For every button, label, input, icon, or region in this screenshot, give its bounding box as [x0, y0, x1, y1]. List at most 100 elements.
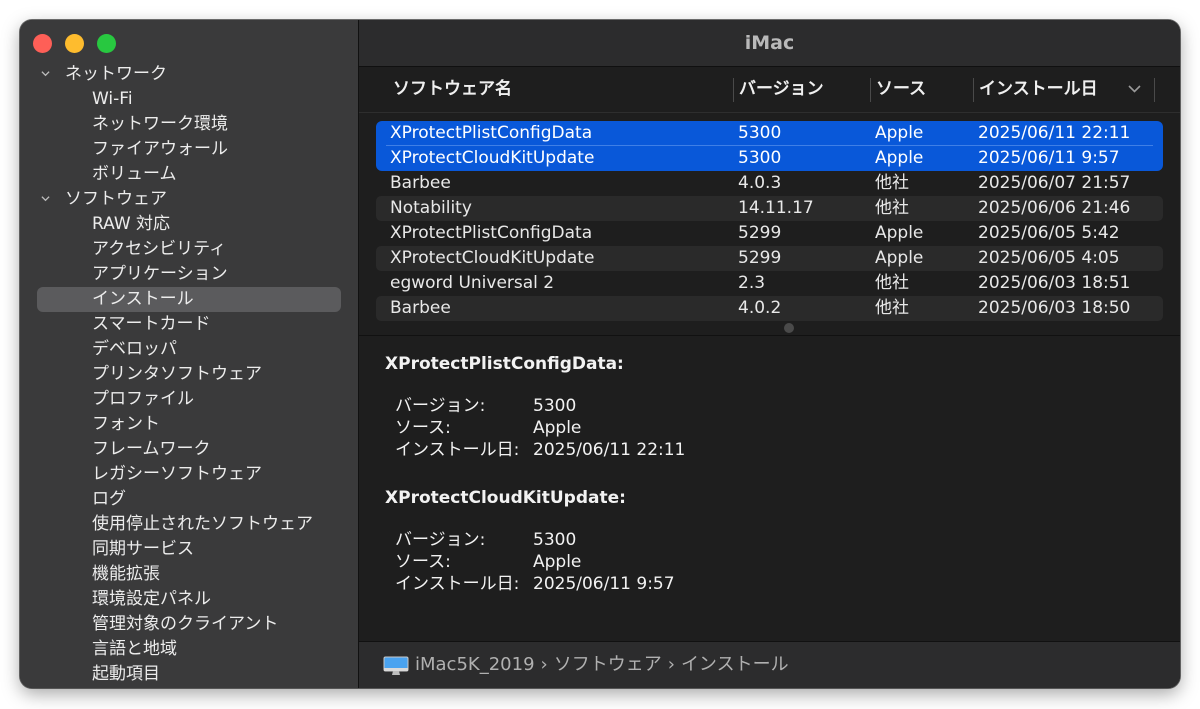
column-divider[interactable]	[973, 78, 974, 102]
sidebar-item[interactable]: 言語と地域	[20, 637, 358, 662]
cell-version: 4.0.3	[738, 173, 782, 193]
table-row[interactable]: egword Universal 2 2.3 他社 2025/06/03 18:…	[376, 271, 1163, 296]
cell-source: Apple	[875, 148, 924, 168]
sidebar-item-label: デベロッパ	[92, 339, 177, 359]
sidebar-item-label: フォント	[92, 414, 160, 434]
table-row[interactable]: XProtectPlistConfigData 5299 Apple 2025/…	[376, 221, 1163, 246]
sidebar-section-software[interactable]: ソフトウェア	[20, 187, 358, 212]
breadcrumb: iMac5K_2019 › ソフトウェア › インストール	[415, 642, 789, 688]
cell-version: 14.11.17	[738, 198, 814, 218]
close-button[interactable]	[33, 34, 52, 53]
sidebar-item-label: 言語と地域	[92, 639, 177, 659]
cell-name: Notability	[390, 198, 472, 218]
breadcrumb-item[interactable]: ソフトウェア	[554, 654, 662, 675]
cell-source: 他社	[875, 273, 909, 293]
imac-icon	[383, 656, 409, 675]
cell-version: 5300	[738, 123, 782, 143]
sidebar-item[interactable]: フレームワーク	[20, 437, 358, 462]
sidebar-item[interactable]: フォント	[20, 412, 358, 437]
table-row[interactable]: Barbee 4.0.3 他社 2025/06/07 21:57	[376, 171, 1163, 196]
sidebar-item-label: RAW 対応	[92, 214, 171, 234]
cell-name: XProtectCloudKitUpdate	[390, 148, 595, 168]
zoom-button[interactable]	[97, 34, 116, 53]
column-header-name[interactable]: ソフトウェア名	[393, 67, 512, 112]
cell-name: Barbee	[390, 173, 451, 193]
sidebar-item[interactable]: ファイアウォール	[20, 137, 358, 162]
table-row-selected[interactable]: XProtectPlistConfigData 5300 Apple 2025/…	[376, 121, 1163, 146]
detail-value: 2025/06/11 9:57	[533, 574, 675, 594]
cell-source: Apple	[875, 248, 924, 268]
sidebar-section-network[interactable]: ネットワーク	[20, 62, 358, 87]
sidebar-item[interactable]: 使用停止されたソフトウェア	[20, 512, 358, 537]
cell-install-date: 2025/06/03 18:50	[978, 298, 1131, 318]
column-header-install-date[interactable]: インストール日	[979, 67, 1098, 112]
sidebar-section-label: ネットワーク	[65, 64, 167, 84]
column-header-version[interactable]: バージョン	[739, 67, 824, 112]
sidebar-item[interactable]: デベロッパ	[20, 337, 358, 362]
sidebar-item[interactable]: ネットワーク環境	[20, 112, 358, 137]
sidebar-item[interactable]: 同期サービス	[20, 537, 358, 562]
table-rows: XProtectPlistConfigData 5300 Apple 2025/…	[376, 121, 1163, 321]
sort-chevron-down-icon[interactable]	[1128, 84, 1141, 94]
cell-version: 5300	[738, 148, 782, 168]
sidebar-item[interactable]: 起動項目	[20, 662, 358, 687]
cell-install-date: 2025/06/06 21:46	[978, 198, 1131, 218]
detail-value: Apple	[533, 418, 582, 438]
detail-title: XProtectPlistConfigData:	[385, 354, 624, 374]
sidebar-item[interactable]: RAW 対応	[20, 212, 358, 237]
sidebar-item[interactable]: 機能拡張	[20, 562, 358, 587]
detail-block: XProtectPlistConfigData: バージョン: 5300 ソース:…	[385, 350, 1160, 461]
sidebar-item-label: Wi-Fi	[92, 89, 133, 109]
cell-install-date: 2025/06/11 9:57	[978, 148, 1120, 168]
chevron-down-icon[interactable]	[41, 194, 50, 203]
table-row[interactable]: Notability 14.11.17 他社 2025/06/06 21:46	[376, 196, 1163, 221]
cell-source: 他社	[875, 298, 909, 318]
cell-install-date: 2025/06/11 22:11	[978, 123, 1131, 143]
cell-source: 他社	[875, 198, 909, 218]
detail-block: XProtectCloudKitUpdate: バージョン: 5300 ソース: A…	[385, 484, 1160, 595]
breadcrumb-item[interactable]: iMac5K_2019	[415, 654, 535, 675]
sidebar-item[interactable]: Wi-Fi	[20, 87, 358, 112]
split-view-handle[interactable]	[784, 323, 794, 333]
sidebar-item-label: プリンタソフトウェア	[92, 364, 262, 384]
sidebar-item[interactable]: アクセシビリティ	[20, 237, 358, 262]
cell-name: XProtectCloudKitUpdate	[390, 248, 595, 268]
sidebar-item[interactable]: スマートカード	[20, 312, 358, 337]
cell-source: Apple	[875, 223, 924, 243]
sidebar-item[interactable]: レガシーソフトウェア	[20, 462, 358, 487]
detail-value: 2025/06/11 22:11	[533, 440, 686, 460]
chevron-down-icon[interactable]	[41, 69, 50, 78]
split-view-divider[interactable]	[359, 335, 1180, 336]
sidebar-item-label: スマートカード	[92, 314, 211, 334]
sidebar-item[interactable]: 管理対象のクライアント	[20, 612, 358, 637]
column-divider[interactable]	[1154, 78, 1155, 102]
sidebar-item[interactable]: プリンタソフトウェア	[20, 362, 358, 387]
cell-version: 4.0.2	[738, 298, 782, 318]
table-row[interactable]: Barbee 4.0.2 他社 2025/06/03 18:50	[376, 296, 1163, 321]
sidebar-item-install-selected[interactable]: インストール	[20, 287, 358, 312]
breadcrumb-separator-icon: ›	[667, 654, 675, 675]
sidebar-item[interactable]: 環境設定パネル	[20, 587, 358, 612]
sidebar-item[interactable]: ボリューム	[20, 162, 358, 187]
sidebar-item-label: アプリケーション	[92, 264, 228, 284]
sidebar-item[interactable]: プロファイル	[20, 387, 358, 412]
sidebar-item-label: 管理対象のクライアント	[92, 614, 279, 634]
sidebar-item-label: 環境設定パネル	[92, 589, 211, 609]
detail-key: インストール日:	[395, 440, 520, 460]
sidebar-item-label: プロファイル	[92, 389, 194, 409]
sidebar-item[interactable]: ログ	[20, 487, 358, 512]
sidebar-item-label: フレームワーク	[92, 439, 211, 459]
sidebar-item-label: アクセシビリティ	[92, 239, 227, 259]
column-header-source[interactable]: ソース	[876, 67, 926, 112]
table-row-selected[interactable]: XProtectCloudKitUpdate 5300 Apple 2025/0…	[376, 146, 1163, 171]
sidebar-item-label: ネットワーク環境	[92, 114, 228, 134]
sidebar-item[interactable]: アプリケーション	[20, 262, 358, 287]
table-row[interactable]: XProtectCloudKitUpdate 5299 Apple 2025/0…	[376, 246, 1163, 271]
cell-version: 5299	[738, 223, 782, 243]
detail-key: ソース:	[395, 552, 451, 572]
column-divider[interactable]	[870, 78, 871, 102]
sidebar-item-label: 起動項目	[92, 664, 160, 684]
minimize-button[interactable]	[65, 34, 84, 53]
column-divider[interactable]	[733, 78, 734, 102]
breadcrumb-item[interactable]: インストール	[681, 654, 789, 675]
